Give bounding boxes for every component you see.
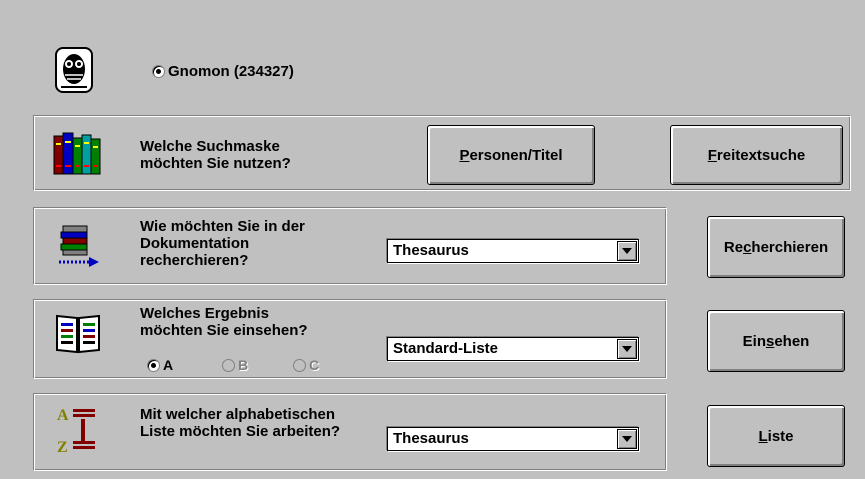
results-question: Welches Ergebnis möchten Sie einsehen? <box>140 305 308 339</box>
result-radio-c-label: C <box>309 357 320 373</box>
radio-dot <box>222 358 235 372</box>
result-radio-a-label: A <box>163 357 174 373</box>
svg-text:A: A <box>57 407 69 424</box>
research-question: Wie möchten Sie in der Dokumentation rec… <box>140 218 305 269</box>
result-radio-a[interactable]: A <box>147 357 173 373</box>
list-btn-post: iste <box>767 427 794 445</box>
radio-dot <box>152 65 165 78</box>
search-mask-question: Welche Suchmaske möchten Sie nutzen? <box>140 138 291 172</box>
chevron-down-icon[interactable] <box>617 429 637 449</box>
view-btn-post: ehen <box>774 332 810 350</box>
view-btn-pre: Ein <box>742 332 766 350</box>
results-line1: Welches Ergebnis <box>140 305 269 322</box>
svg-text:Z: Z <box>57 439 68 456</box>
freetext-mnemonic: F <box>707 146 717 164</box>
list-btn-mnemonic: L <box>758 427 768 445</box>
persons-label: ersonen/Titel <box>469 146 563 164</box>
research-mode-value: Thesaurus <box>393 242 469 259</box>
books-icon <box>52 130 104 180</box>
open-book-icon <box>55 310 101 360</box>
result-radio-b[interactable]: B <box>222 357 248 373</box>
result-radio-c[interactable]: C <box>293 357 319 373</box>
stacked-documents-arrow-icon <box>55 220 105 274</box>
radio-dot <box>147 358 160 372</box>
persons-mnemonic: P <box>459 146 470 164</box>
search-mask-line2: möchten Sie nutzen? <box>140 155 291 172</box>
result-view-select[interactable]: Standard-Liste <box>387 337 639 361</box>
research-btn-post: herchieren <box>751 238 829 256</box>
radio-dot <box>293 358 306 372</box>
search-mask-line1: Welche Suchmaske <box>140 138 280 155</box>
result-radio-b-label: B <box>238 357 249 373</box>
chevron-down-icon[interactable] <box>617 339 637 359</box>
alpha-list-line1: Mit welcher alphabetischen <box>140 406 336 423</box>
alpha-list-line2: Liste möchten Sie arbeiten? <box>140 423 341 440</box>
alpha-list-value: Thesaurus <box>393 430 469 447</box>
research-btn-pre: Re <box>723 238 744 256</box>
research-btn-mnemonic: c <box>743 238 752 256</box>
view-btn-mnemonic: s <box>765 332 775 350</box>
freetext-search-button[interactable]: Freitextsuche <box>670 125 843 185</box>
research-line3: recherchieren? <box>140 252 249 269</box>
freetext-label: reitextsuche <box>716 146 806 164</box>
gnomon-source-radio[interactable]: Gnomon (234327) <box>152 63 294 80</box>
alpha-list-question: Mit welcher alphabetischen Liste möchten… <box>140 406 340 440</box>
result-view-value: Standard-Liste <box>393 340 499 357</box>
research-line2: Dokumentation <box>140 235 250 252</box>
chevron-down-icon[interactable] <box>617 241 637 261</box>
persons-title-button[interactable]: Personen/Titel <box>427 125 595 185</box>
a-to-z-list-icon: A Z <box>55 404 101 460</box>
gnomon-label: Gnomon (234327) <box>168 63 294 80</box>
owl-logo-icon <box>55 47 93 93</box>
research-line1: Wie möchten Sie in der <box>140 218 305 235</box>
list-button[interactable]: Liste <box>707 405 845 467</box>
alpha-list-select[interactable]: Thesaurus <box>387 427 639 451</box>
results-line2: möchten Sie einsehen? <box>140 322 308 339</box>
research-mode-select[interactable]: Thesaurus <box>387 239 639 263</box>
view-button[interactable]: Ein s ehen <box>707 310 845 372</box>
research-button[interactable]: Re c herchieren <box>707 216 845 278</box>
